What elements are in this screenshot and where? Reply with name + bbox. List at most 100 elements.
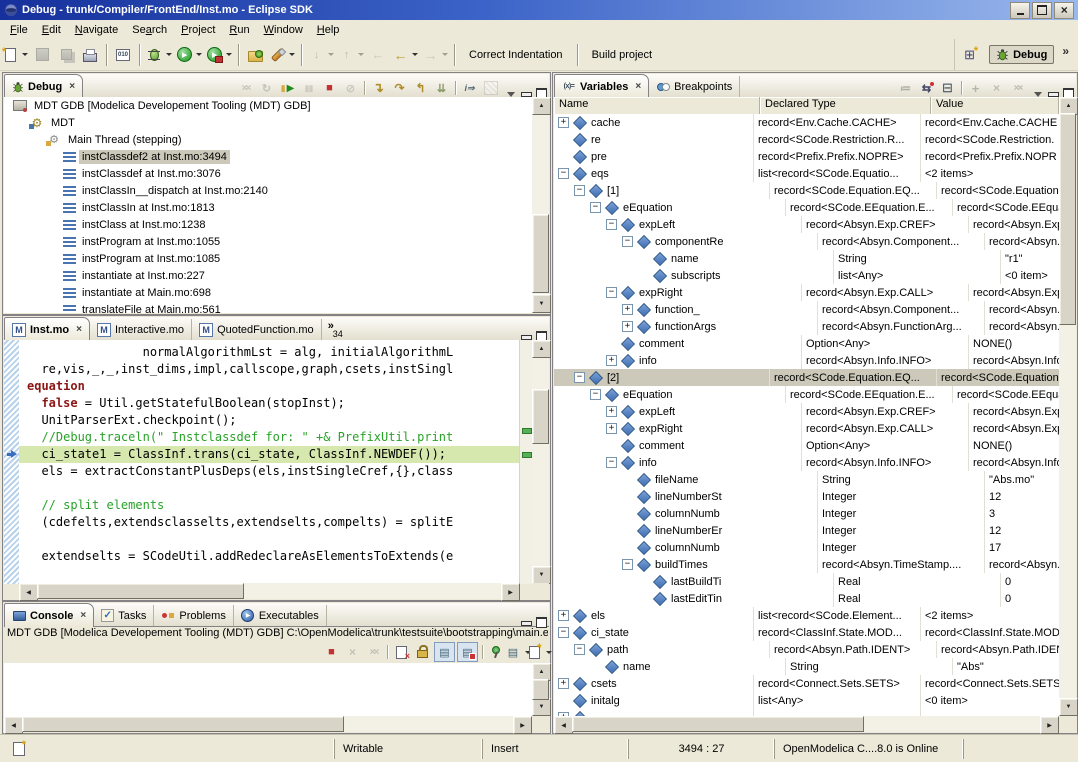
variable-row[interactable]: fileNameString"Abs.mo" [554,471,1059,488]
variable-row[interactable]: +expRightrecord<Absyn.Exp.CALL>record<Ab… [554,420,1059,437]
editor-tab-interactive-mo[interactable]: MInteractive.mo [90,319,192,340]
variable-row[interactable]: +csetsrecord<Connect.Sets.SETS>record<Co… [554,675,1059,692]
scroll-thumb[interactable] [37,583,244,599]
maximize-view-icon[interactable] [536,331,547,340]
menu-run[interactable]: Run [222,22,256,38]
scroll-thumb[interactable] [572,716,864,732]
debug-tree-item[interactable]: instantiate at Main.mo:698 [4,284,532,301]
show-type-names-button[interactable] [896,79,915,97]
variables-horizontal-scrollbar[interactable]: ◀ ▶ [554,716,1059,732]
editor-annotation-ruler[interactable] [4,340,20,584]
debug-tree-item[interactable]: instantiate at Inst.mo:227 [4,267,532,284]
variable-row[interactable]: −inforecord<Absyn.Info.INFO>record<Absyn… [554,454,1059,471]
terminate-button[interactable] [320,79,339,97]
drop-to-frame-button[interactable] [432,79,451,97]
menu-file[interactable]: File [3,22,35,38]
variable-row[interactable]: nameString"r1" [554,250,1059,267]
minimize-button[interactable] [1010,2,1030,19]
instruction-stepping-button[interactable] [481,79,500,97]
step-return-button[interactable] [411,79,430,97]
disconnect-button[interactable] [341,79,360,97]
close-icon[interactable] [80,610,86,621]
scroll-right-icon[interactable]: ▶ [513,716,532,734]
variables-vertical-scrollbar[interactable]: ▲ ▼ [1059,97,1076,716]
scroll-up-icon[interactable]: ▲ [532,97,551,115]
collapse-icon[interactable]: − [622,236,633,247]
pin-console-button[interactable] [487,643,506,661]
open-element-button[interactable] [243,44,267,66]
collapse-icon[interactable]: − [606,457,617,468]
collapse-icon[interactable]: − [606,219,617,230]
expand-icon[interactable]: + [606,423,617,434]
debug-tree-item[interactable]: Main Thread (stepping) [4,131,532,148]
build-project-button[interactable]: Build project [584,46,661,64]
correct-indentation-button[interactable]: Correct Indentation [461,46,571,64]
debug-tree-item[interactable]: MDT GDB [Modelica Developement Tooling (… [4,97,532,114]
remove-all-variables-button[interactable] [1008,79,1027,97]
editor-tab-quotedfunction-mo[interactable]: MQuotedFunction.mo [192,319,322,340]
debug-tree-item[interactable]: MDT [4,114,532,131]
scroll-down-icon[interactable]: ▼ [1059,698,1078,716]
scroll-up-icon[interactable]: ▲ [532,340,551,358]
debug-vertical-scrollbar[interactable]: ▲ ▼ [532,97,549,313]
collapse-icon[interactable]: − [574,644,585,655]
tab-problems[interactable]: Problems [154,605,233,626]
annotation-mark[interactable] [522,452,532,458]
minimize-view-icon[interactable] [521,88,532,97]
collapse-icon[interactable]: − [590,389,601,400]
expand-icon[interactable]: + [606,406,617,417]
variable-row[interactable]: +functionArgsrecord<Absyn.FunctionArg...… [554,318,1059,335]
print-button[interactable] [78,44,102,66]
new-variable-button[interactable] [966,79,985,97]
expand-icon[interactable]: + [558,610,569,621]
expand-icon[interactable]: + [558,678,569,689]
dropdown-arrow-icon[interactable] [289,53,295,56]
close-icon[interactable] [76,324,82,335]
maximize-button[interactable] [1032,2,1052,19]
scroll-down-icon[interactable]: ▼ [532,566,551,584]
menu-help[interactable]: Help [310,22,347,38]
fast-view-icon[interactable] [10,741,27,757]
new-wizard-button[interactable] [0,44,30,66]
expand-icon[interactable]: + [558,117,569,128]
debug-tree-item[interactable]: instClassIn__dispatch at Inst.mo:2140 [4,182,532,199]
dropdown-arrow-icon[interactable] [358,53,364,56]
run-external-button[interactable] [204,44,234,66]
code-editor[interactable]: normalAlgorithmLst = alg, initialAlgorit… [19,340,520,584]
variable-row[interactable]: commentOption<Any>NONE() [554,335,1059,352]
dropdown-arrow-icon[interactable] [546,651,552,654]
scroll-left-icon[interactable]: ◀ [554,716,573,734]
variable-row[interactable]: +inforecord<Absyn.Info.INFO>record<Absyn… [554,352,1059,369]
expand-icon[interactable]: + [622,321,633,332]
collapse-all-button[interactable] [938,79,957,97]
collapse-icon[interactable]: − [574,372,585,383]
show-stdout-button[interactable] [434,642,455,662]
variable-row[interactable]: +cacherecord<Env.Cache.CACHE>record<Env.… [554,114,1059,131]
clear-console-button[interactable] [392,643,411,661]
scroll-down-icon[interactable]: ▼ [532,294,551,313]
minimize-view-icon[interactable] [1048,88,1059,97]
show-stderr-button[interactable] [457,642,478,662]
variable-row[interactable]: −eEquationrecord<SCode.EEquation.E...rec… [554,386,1059,403]
collapse-icon[interactable]: − [558,627,569,638]
dropdown-arrow-icon[interactable] [226,53,232,56]
dropdown-arrow-icon[interactable] [22,53,28,56]
console-vertical-scrollbar[interactable]: ▲ ▼ [532,663,549,716]
variable-row[interactable]: −pathrecord<Absyn.Path.IDENT>record<Absy… [554,641,1059,658]
scroll-thumb[interactable] [532,389,549,445]
variable-row[interactable]: +expLeftrecord<Absyn.Exp.CREF>record<Abs… [554,403,1059,420]
debug-tree-item[interactable]: translateFile at Main.mo:561 [4,301,532,313]
tab-breakpoints[interactable]: Breakpoints [649,76,740,97]
minimize-view-icon[interactable] [521,331,532,340]
close-icon[interactable] [69,81,75,92]
collapse-icon[interactable]: − [590,202,601,213]
variable-row[interactable]: columnNumbInteger17 [554,539,1059,556]
remove-variable-button[interactable] [987,79,1006,97]
variable-row[interactable]: +elslist<record<SCode.Element...<2 items… [554,607,1059,624]
display-console-button[interactable] [508,643,527,661]
tab-tasks[interactable]: Tasks [94,605,154,626]
debug-button[interactable] [144,44,174,66]
column-header-name[interactable]: Name [554,97,760,114]
forward-button[interactable] [420,44,450,66]
scroll-thumb[interactable] [22,716,344,732]
